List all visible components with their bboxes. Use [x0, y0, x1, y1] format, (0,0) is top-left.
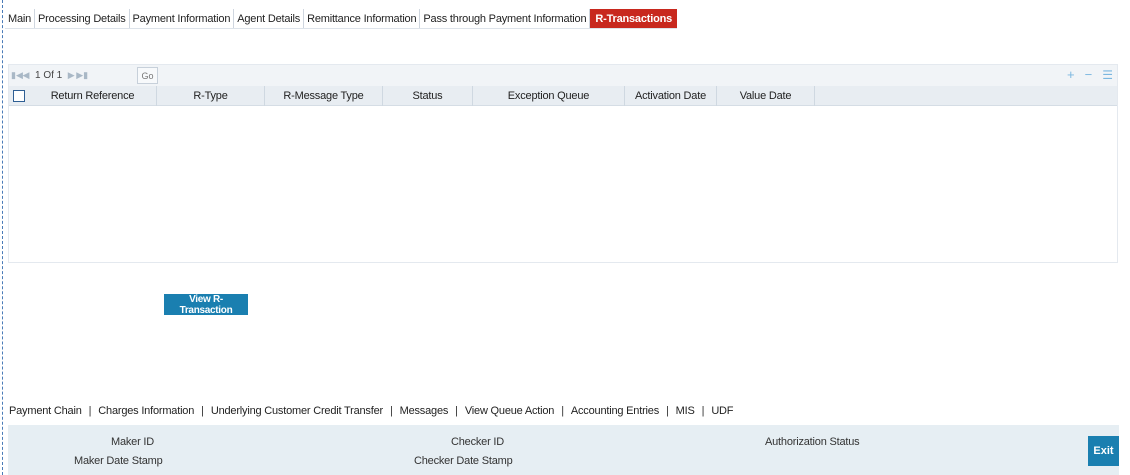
view-r-transaction-button[interactable]: View R-Transaction [164, 294, 248, 316]
tab-bar: Main Processing Details Payment Informat… [5, 9, 678, 29]
tab-main[interactable]: Main [5, 9, 36, 28]
previous-page-icon[interactable]: ◀ [21, 70, 31, 81]
link-charges-information[interactable]: Charges Information [98, 405, 194, 417]
grid-tools: + − ☰ [1067, 68, 1113, 83]
tab-remittance-information[interactable]: Remittance Information [304, 9, 421, 28]
list-view-icon[interactable]: ☰ [1102, 68, 1113, 82]
link-accounting-entries[interactable]: Accounting Entries [571, 405, 659, 417]
tab-r-transactions[interactable]: R-Transactions [590, 9, 678, 28]
column-header-r-message-type[interactable]: R-Message Type [265, 85, 383, 106]
link-udf[interactable]: UDF [711, 405, 733, 417]
select-all-checkbox[interactable] [13, 89, 25, 102]
column-header-value-date[interactable]: Value Date [717, 85, 815, 106]
link-separator: | [701, 405, 705, 417]
delete-row-icon[interactable]: − [1085, 68, 1093, 82]
tab-processing-details[interactable]: Processing Details [35, 9, 130, 28]
link-messages[interactable]: Messages [400, 405, 449, 417]
next-page-icon[interactable]: ▶ [66, 70, 76, 81]
r-transactions-grid: ▮◀ ◀ 1 Of 1 ▶ ▶▮ Go + − ☰ Return Referen… [8, 64, 1118, 263]
page-indicator: 1 Of 1 [35, 70, 63, 81]
tab-payment-information[interactable]: Payment Information [130, 9, 235, 28]
link-separator: | [561, 405, 564, 417]
tab-agent-details[interactable]: Agent Details [234, 9, 305, 28]
column-header-exception-queue[interactable]: Exception Queue [473, 85, 625, 106]
grid-pager: ▮◀ ◀ 1 Of 1 ▶ ▶▮ Go + − ☰ [9, 65, 1117, 86]
link-payment-chain[interactable]: Payment Chain [9, 405, 82, 417]
column-header-activation-date[interactable]: Activation Date [625, 85, 717, 106]
add-row-icon[interactable]: + [1067, 68, 1075, 82]
link-separator: | [88, 405, 92, 417]
footer-links: Payment Chain | Charges Information | Un… [9, 405, 734, 417]
link-separator: | [455, 405, 458, 417]
column-header-status[interactable]: Status [383, 85, 473, 106]
go-button[interactable]: Go [137, 67, 158, 84]
authorization-status-label: Authorization Status [765, 436, 860, 448]
tab-pass-through-payment-information[interactable]: Pass through Payment Information [420, 9, 591, 28]
column-header-return-reference[interactable]: Return Reference [29, 85, 157, 106]
link-underlying-customer-credit-transfer[interactable]: Underlying Customer Credit Transfer [211, 405, 383, 417]
audit-panel: Maker ID Maker Date Stamp Checker ID Che… [8, 425, 1119, 475]
first-page-icon[interactable]: ▮◀ [11, 70, 23, 81]
last-page-icon[interactable]: ▶▮ [76, 70, 88, 81]
exit-button[interactable]: Exit [1088, 436, 1119, 466]
maker-date-stamp-label: Maker Date Stamp [74, 455, 163, 467]
link-view-queue-action[interactable]: View Queue Action [465, 405, 555, 417]
page-left-border [2, 0, 3, 475]
checker-date-stamp-label: Checker Date Stamp [414, 455, 513, 467]
link-separator: | [666, 405, 669, 417]
link-separator: | [389, 405, 393, 417]
column-header-r-type[interactable]: R-Type [157, 85, 265, 106]
maker-id-label: Maker ID [111, 436, 155, 448]
link-separator: | [201, 405, 204, 417]
grid-header-row: Return Reference R-Type R-Message Type S… [9, 85, 1117, 106]
checker-id-label: Checker ID [451, 436, 505, 448]
link-mis[interactable]: MIS [676, 405, 695, 417]
